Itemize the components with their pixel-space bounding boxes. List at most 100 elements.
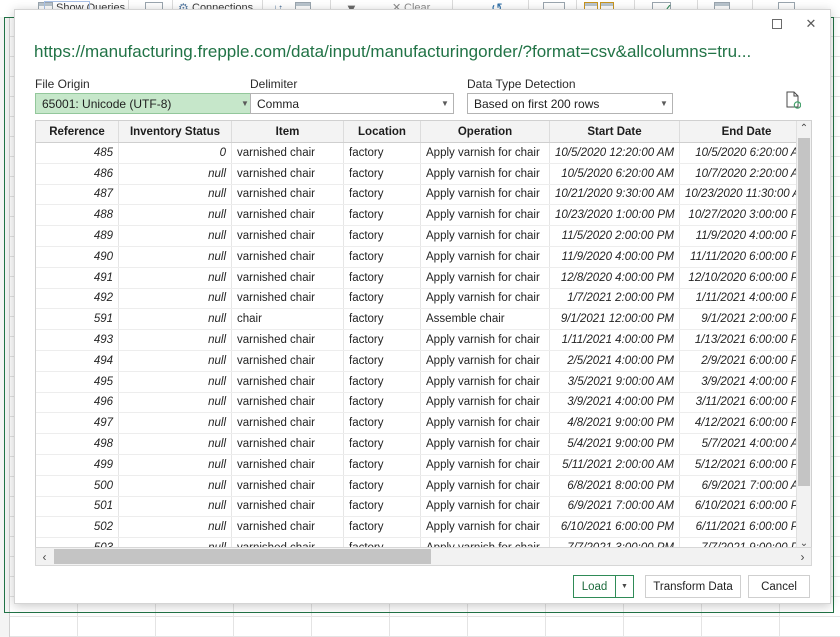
table-cell: factory [344,143,421,164]
table-cell: null [119,163,232,184]
table-cell: factory [344,330,421,351]
table-row: 490nullvarnished chairfactoryApply varni… [36,246,812,267]
column-header-operation[interactable]: Operation [421,121,550,143]
table-cell: factory [344,184,421,205]
transform-data-button[interactable]: Transform Data [645,575,741,598]
table-cell: factory [344,267,421,288]
table-cell: null [119,392,232,413]
table-cell: Apply varnish for chair [421,163,550,184]
cancel-button[interactable]: Cancel [748,575,810,598]
table-cell: 3/5/2021 9:00:00 AM [550,371,680,392]
scroll-right-button[interactable]: › [794,548,811,565]
table-cell: 6/9/2021 7:00:00 AM [550,496,680,517]
close-button[interactable]: ✕ [794,10,828,37]
data-type-detection-dropdown[interactable]: Based on first 200 rows ▼ [467,93,673,114]
preview-table-element: ReferenceInventory StatusItemLocationOpe… [36,121,812,552]
table-cell: factory [344,226,421,247]
table-cell: 10/27/2020 3:00:00 PM [680,205,813,226]
table-cell: varnished chair [232,371,344,392]
table-row: 500nullvarnished chairfactoryApply varni… [36,475,812,496]
horizontal-scroll-thumb[interactable] [54,549,431,564]
table-cell: factory [344,163,421,184]
table-cell: 9/1/2021 12:00:00 PM [550,309,680,330]
table-cell: 591 [36,309,119,330]
table-cell: Apply varnish for chair [421,434,550,455]
table-cell: 11/5/2020 2:00:00 PM [550,226,680,247]
table-cell: 487 [36,184,119,205]
table-cell: Apply varnish for chair [421,392,550,413]
table-cell: null [119,226,232,247]
table-cell: factory [344,205,421,226]
table-cell: 497 [36,413,119,434]
table-cell: null [119,267,232,288]
scroll-up-button[interactable]: ⌃ [797,121,811,136]
table-cell: 495 [36,371,119,392]
table-cell: Apply varnish for chair [421,246,550,267]
table-cell: 5/7/2021 4:00:00 AM [680,434,813,455]
table-cell: 2/9/2021 6:00:00 PM [680,350,813,371]
table-cell: varnished chair [232,246,344,267]
delimiter-label: Delimiter [250,77,297,91]
table-horizontal-scrollbar[interactable]: ‹ › [35,547,812,566]
maximize-button[interactable] [760,10,794,37]
table-cell: null [119,184,232,205]
column-header-inventory-status[interactable]: Inventory Status [119,121,232,143]
table-cell: 4/8/2021 9:00:00 PM [550,413,680,434]
table-cell: 490 [36,246,119,267]
table-header-row: ReferenceInventory StatusItemLocationOpe… [36,121,812,143]
table-cell: 1/13/2021 6:00:00 PM [680,330,813,351]
table-row: 591nullchairfactoryAssemble chair9/1/202… [36,309,812,330]
table-row: 489nullvarnished chairfactoryApply varni… [36,226,812,247]
refresh-document-glyph [785,91,801,109]
table-row: 501nullvarnished chairfactoryApply varni… [36,496,812,517]
table-row: 496nullvarnished chairfactoryApply varni… [36,392,812,413]
vertical-scroll-thumb[interactable] [798,138,810,486]
table-row: 4850varnished chairfactoryApply varnish … [36,143,812,164]
table-cell: varnished chair [232,475,344,496]
load-button[interactable]: Load [573,575,616,598]
table-cell: Apply varnish for chair [421,517,550,538]
table-cell: factory [344,246,421,267]
table-row: 493nullvarnished chairfactoryApply varni… [36,330,812,351]
file-origin-dropdown[interactable]: 65001: Unicode (UTF-8) ▼ [35,93,254,114]
table-cell: Apply varnish for chair [421,454,550,475]
table-cell: 499 [36,454,119,475]
file-origin-value: 65001: Unicode (UTF-8) [36,97,237,111]
table-cell: 6/10/2021 6:00:00 PM [680,496,813,517]
table-cell: null [119,288,232,309]
table-cell: null [119,496,232,517]
table-vertical-scrollbar[interactable]: ⌃ ⌄ [796,121,811,551]
table-cell: varnished chair [232,288,344,309]
table-cell: varnished chair [232,226,344,247]
column-header-reference[interactable]: Reference [36,121,119,143]
data-type-detection-value: Based on first 200 rows [468,97,656,111]
table-cell: chair [232,309,344,330]
table-cell: varnished chair [232,163,344,184]
table-row: 497nullvarnished chairfactoryApply varni… [36,413,812,434]
table-cell: 5/12/2021 6:00:00 PM [680,454,813,475]
table-row: 502nullvarnished chairfactoryApply varni… [36,517,812,538]
table-cell: null [119,371,232,392]
table-row: 494nullvarnished chairfactoryApply varni… [36,350,812,371]
table-cell: 6/8/2021 8:00:00 PM [550,475,680,496]
table-cell: 6/11/2021 6:00:00 PM [680,517,813,538]
scroll-left-button[interactable]: ‹ [36,548,53,565]
column-header-end-date[interactable]: End Date [680,121,813,143]
refresh-document-icon[interactable] [785,91,801,109]
table-cell: 11/9/2020 4:00:00 PM [550,246,680,267]
table-body: 4850varnished chairfactoryApply varnish … [36,143,812,553]
table-cell: factory [344,434,421,455]
table-cell: 486 [36,163,119,184]
table-cell: Apply varnish for chair [421,350,550,371]
column-header-location[interactable]: Location [344,121,421,143]
delimiter-dropdown[interactable]: Comma ▼ [250,93,454,114]
load-dropdown-button[interactable]: ▼ [616,575,634,598]
table-cell: null [119,246,232,267]
table-cell: 6/9/2021 7:00:00 AM [680,475,813,496]
table-cell: varnished chair [232,517,344,538]
column-header-item[interactable]: Item [232,121,344,143]
table-cell: varnished chair [232,350,344,371]
table-cell: factory [344,309,421,330]
table-cell: Apply varnish for chair [421,267,550,288]
column-header-start-date[interactable]: Start Date [550,121,680,143]
